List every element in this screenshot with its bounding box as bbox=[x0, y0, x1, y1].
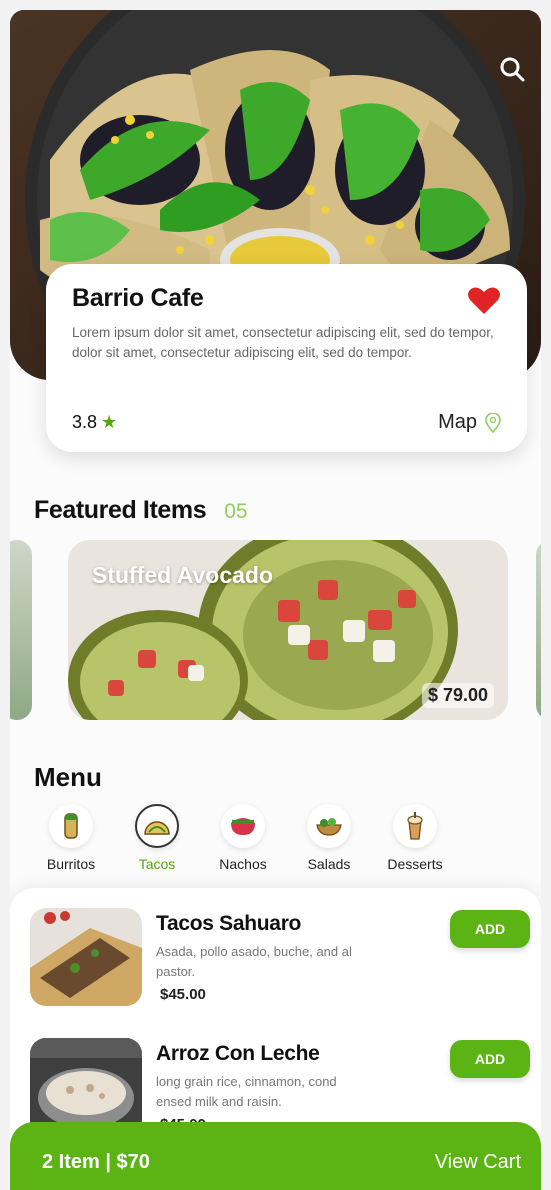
menu-title: Menu bbox=[34, 762, 102, 792]
featured-card[interactable]: Stuffed Avocado $ 79.00 bbox=[68, 540, 508, 720]
item-description: long grain rice, cinnamon, cond ensed mi… bbox=[156, 1074, 337, 1109]
cart-summary: 2 Item | $70 bbox=[42, 1150, 150, 1173]
category-label: Burritos bbox=[46, 856, 96, 872]
map-label: Map bbox=[438, 411, 477, 433]
taco-icon bbox=[144, 821, 170, 835]
category-disc bbox=[393, 804, 437, 848]
category-salads[interactable]: Salads bbox=[286, 804, 372, 872]
menu-categories: Burritos Tacos Nachos Salads Desserts bbox=[28, 804, 458, 872]
category-tacos[interactable]: Tacos bbox=[114, 804, 200, 872]
featured-item-name: Stuffed Avocado bbox=[92, 562, 274, 588]
featured-title: Featured Items bbox=[34, 496, 207, 524]
rating-value: 3.8 bbox=[72, 412, 98, 432]
star-icon: ★ bbox=[101, 412, 118, 432]
category-disc bbox=[135, 804, 179, 848]
featured-count: 05 bbox=[224, 500, 248, 523]
view-cart-button[interactable]: View Cart bbox=[435, 1151, 521, 1174]
burrito-icon bbox=[64, 813, 78, 839]
item-name: Arroz Con Leche bbox=[156, 1042, 320, 1065]
category-disc bbox=[221, 804, 265, 848]
featured-card-next[interactable] bbox=[536, 540, 541, 720]
category-desserts[interactable]: Desserts bbox=[372, 804, 458, 872]
item-description: Asada, pollo asado, buche, and al pastor… bbox=[156, 944, 352, 979]
add-button[interactable]: ADD bbox=[450, 1040, 530, 1078]
featured-item-price: $ 79.00 bbox=[421, 683, 494, 708]
category-label: Desserts bbox=[387, 856, 443, 872]
nachos-icon bbox=[231, 818, 255, 835]
item-thumbnail bbox=[30, 908, 142, 1006]
item-price: $45.00 bbox=[160, 986, 206, 1003]
restaurant-info-card: Barrio Cafe Lorem ipsum dolor sit amet, … bbox=[46, 264, 527, 452]
featured-card-previous[interactable] bbox=[10, 540, 32, 720]
favorite-button[interactable] bbox=[467, 286, 501, 316]
category-disc bbox=[307, 804, 351, 848]
featured-header: Featured Items 05 bbox=[34, 496, 248, 525]
category-label: Tacos bbox=[138, 856, 176, 872]
cart-bar[interactable]: 2 Item | $70 View Cart bbox=[10, 1122, 541, 1190]
category-label: Nachos bbox=[219, 856, 267, 872]
category-label: Salads bbox=[307, 856, 351, 872]
heart-icon bbox=[468, 287, 500, 314]
menu-items-list: Tacos Sahuaro Asada, pollo asado, buche,… bbox=[10, 888, 541, 1148]
category-burritos[interactable]: Burritos bbox=[28, 804, 114, 872]
app-screen: Barrio Cafe Lorem ipsum dolor sit amet, … bbox=[10, 10, 541, 1190]
location-pin-icon bbox=[485, 412, 501, 433]
dessert-icon bbox=[407, 812, 423, 840]
salad-icon bbox=[316, 818, 342, 836]
map-link[interactable]: Map bbox=[438, 411, 501, 434]
restaurant-description: Lorem ipsum dolor sit amet, consectetur … bbox=[72, 325, 494, 360]
category-nachos[interactable]: Nachos bbox=[200, 804, 286, 872]
category-disc bbox=[49, 804, 93, 848]
list-item[interactable]: Tacos Sahuaro Asada, pollo asado, buche,… bbox=[30, 908, 530, 1018]
tacos-image bbox=[30, 908, 142, 1006]
add-button[interactable]: ADD bbox=[450, 910, 530, 948]
search-icon bbox=[500, 57, 525, 82]
search-button[interactable] bbox=[497, 54, 527, 84]
item-name: Tacos Sahuaro bbox=[156, 912, 302, 935]
restaurant-rating: 3.8 ★ bbox=[72, 412, 117, 433]
restaurant-name: Barrio Cafe bbox=[72, 284, 204, 312]
restaurant-info-footer: 3.8 ★ Map bbox=[72, 411, 501, 434]
